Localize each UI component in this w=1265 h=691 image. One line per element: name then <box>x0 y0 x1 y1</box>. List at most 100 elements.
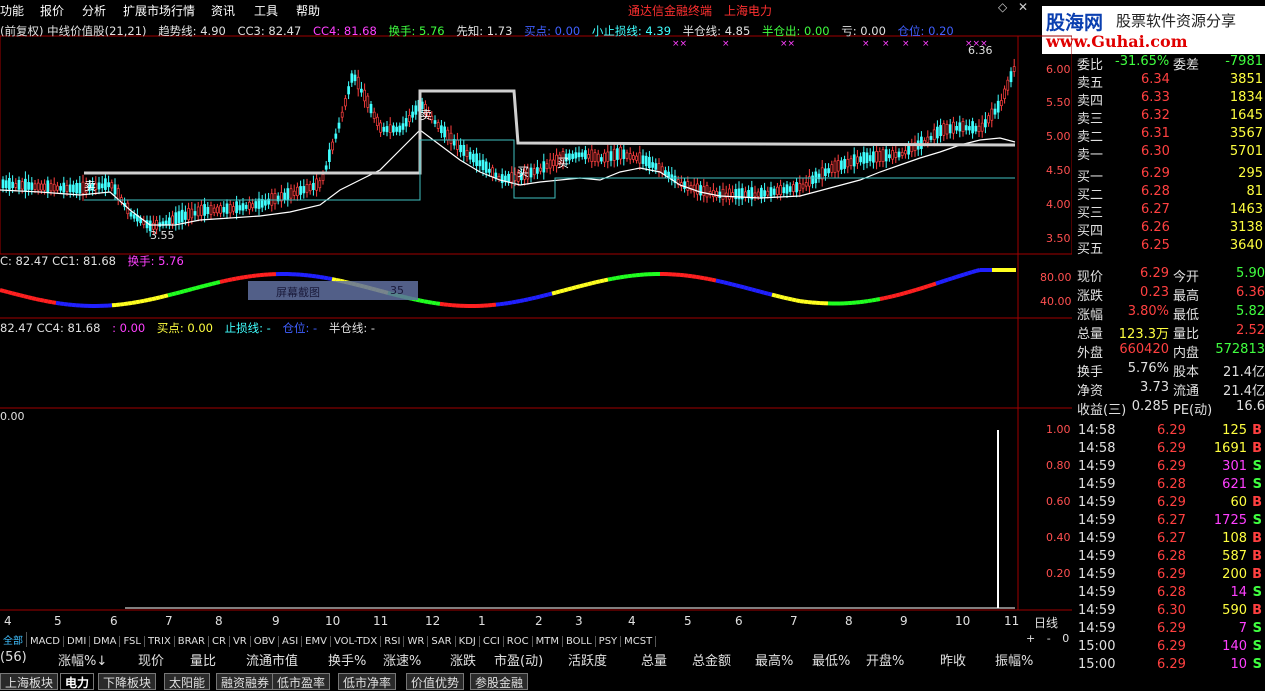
column-header[interactable]: 活跃度 <box>568 650 607 669</box>
column-header[interactable]: 涨幅%↓ <box>58 650 107 669</box>
info-label: 流通 <box>1173 380 1199 399</box>
bottom-tab[interactable]: 参股金融 <box>470 673 528 690</box>
sell-level-volume: 3851 <box>1230 72 1263 87</box>
sell-level-row[interactable]: 卖四6.331834 <box>1075 90 1265 108</box>
column-header[interactable]: 振幅% <box>995 650 1033 669</box>
indicator-tab[interactable]: VR <box>230 636 251 647</box>
menu-analysis[interactable]: 分析 <box>82 2 106 19</box>
zoom-out-button[interactable]: - <box>1047 632 1051 645</box>
bottom-tab[interactable]: 下降板块 <box>98 673 156 690</box>
column-header[interactable]: 涨跌 <box>450 650 476 669</box>
indicator-tab[interactable]: MCST <box>621 636 656 647</box>
column-header[interactable]: 总金额 <box>692 650 731 669</box>
menu-quote[interactable]: 报价 <box>40 2 64 19</box>
indicator-tab[interactable]: CR <box>209 636 230 647</box>
sell-level-row[interactable]: 卖一6.305701 <box>1075 144 1265 162</box>
sell-level-row[interactable]: 卖二6.313567 <box>1075 126 1265 144</box>
diamond-icon[interactable]: ◇ <box>998 0 1007 14</box>
sub1-segment <box>716 281 720 282</box>
indicator-tab[interactable]: CCI <box>480 636 504 647</box>
column-header[interactable]: 最低% <box>812 650 850 669</box>
zoom-in-button[interactable]: + <box>1026 632 1035 645</box>
menu-help[interactable]: 帮助 <box>296 2 320 19</box>
sub1-segment <box>124 304 128 305</box>
chart-area[interactable]: ××××× ××××××× (前复权) 中线价值股(21,21) 趋势线: 4.… <box>0 20 1072 630</box>
column-header[interactable]: 流通市值 <box>246 650 298 669</box>
bottom-tab[interactable]: 上海板块 <box>0 673 58 690</box>
candle-body <box>930 136 932 139</box>
menu-function[interactable]: 功能 <box>0 2 24 19</box>
sell-level-row[interactable]: 卖三6.321645 <box>1075 108 1265 126</box>
info-value: 6.36 <box>1236 285 1265 300</box>
candle-body <box>495 173 497 178</box>
column-header[interactable]: 最高% <box>755 650 793 669</box>
bottom-tab[interactable]: 电力 <box>60 673 94 690</box>
indicator-tab[interactable]: PSY <box>596 636 622 647</box>
indicator-tab[interactable]: ROC <box>504 636 533 647</box>
period-label[interactable]: 日线 <box>1034 614 1058 631</box>
indicator-tab[interactable]: BOLL <box>563 636 596 647</box>
buy-level-row[interactable]: 买一6.29295 <box>1075 166 1265 184</box>
indicator-tab[interactable]: FSL <box>120 636 145 647</box>
tick-price: 6.29 <box>1157 639 1186 654</box>
sub1-segment <box>136 302 140 303</box>
candle-body <box>965 126 967 130</box>
sub1-segment <box>516 301 520 302</box>
column-header[interactable]: 量比 <box>190 650 216 669</box>
column-header[interactable]: (56) <box>0 650 27 665</box>
candle-body <box>581 153 583 157</box>
candle-body <box>821 168 823 179</box>
sell-level-row[interactable]: 卖五6.343851 <box>1075 72 1265 90</box>
zoom-reset-button[interactable]: 0 <box>1062 632 1069 645</box>
candle-body <box>997 101 999 112</box>
price-axis-label: 5.50 <box>1046 96 1071 109</box>
column-header[interactable]: 昨收 <box>940 650 966 669</box>
candle-body <box>511 173 513 182</box>
ind-sub2-0: 82.47 CC4: 81.68 <box>0 321 100 335</box>
indicator-tab[interactable]: BRAR <box>175 636 209 647</box>
indicator-tab[interactable]: SAR <box>428 636 455 647</box>
indicator-tab[interactable]: EMV <box>302 636 331 647</box>
indicator-tab[interactable]: KDJ <box>456 636 480 647</box>
column-header[interactable]: 市盈(动) <box>494 650 543 669</box>
indicator-tab[interactable]: MACD <box>27 636 64 647</box>
column-header[interactable]: 换手% <box>328 650 366 669</box>
indicator-tab[interactable]: DMA <box>90 636 120 647</box>
column-header[interactable]: 涨速% <box>383 650 421 669</box>
indicator-tab[interactable]: RSI <box>381 636 404 647</box>
bottom-tab[interactable]: 太阳能 <box>164 673 210 690</box>
buy-level-row[interactable]: 买五6.253640 <box>1075 238 1265 256</box>
indicator-tab[interactable]: TRIX <box>145 636 175 647</box>
buy-level-row[interactable]: 买三6.271463 <box>1075 202 1265 220</box>
indicator-tab[interactable]: 全部 <box>0 632 27 647</box>
indicator-tab[interactable]: ASI <box>279 636 302 647</box>
menu-news[interactable]: 资讯 <box>211 2 235 19</box>
close-icon[interactable]: ✕ <box>1018 0 1028 14</box>
column-header[interactable]: 现价 <box>138 650 164 669</box>
column-header[interactable]: 总量 <box>641 650 667 669</box>
sub1-segment <box>940 281 944 282</box>
bottom-tab[interactable]: 低市盈率 <box>272 673 330 690</box>
info-row: 净资3.73流通21.4亿 <box>1075 380 1265 399</box>
bottom-tab[interactable]: 低市净率 <box>338 673 396 690</box>
buy-level-row[interactable]: 买二6.2881 <box>1075 184 1265 202</box>
menu-extended-market[interactable]: 扩展市场行情 <box>123 2 195 19</box>
candle-body <box>341 112 343 117</box>
candle-body <box>300 186 302 194</box>
indicator-tab[interactable]: VOL-TDX <box>331 636 381 647</box>
indicator-tab[interactable]: MTM <box>533 636 563 647</box>
indicator-tab[interactable]: WR <box>404 636 428 647</box>
candle-body <box>706 186 708 197</box>
candle-body <box>789 187 791 192</box>
bottom-tab[interactable]: 融资融券 <box>216 673 274 690</box>
sub1-segment <box>704 278 708 279</box>
column-header[interactable]: 开盘% <box>866 650 904 669</box>
candle-body <box>760 188 762 198</box>
candle-body <box>956 126 958 130</box>
bottom-tab[interactable]: 价值优势 <box>406 673 464 690</box>
buy-level-row[interactable]: 买四6.263138 <box>1075 220 1265 238</box>
ind-main-11: 仓位: 0.20 <box>898 24 954 38</box>
menu-tools[interactable]: 工具 <box>254 2 278 19</box>
indicator-tab[interactable]: OBV <box>251 636 279 647</box>
indicator-tab[interactable]: DMI <box>64 636 90 647</box>
